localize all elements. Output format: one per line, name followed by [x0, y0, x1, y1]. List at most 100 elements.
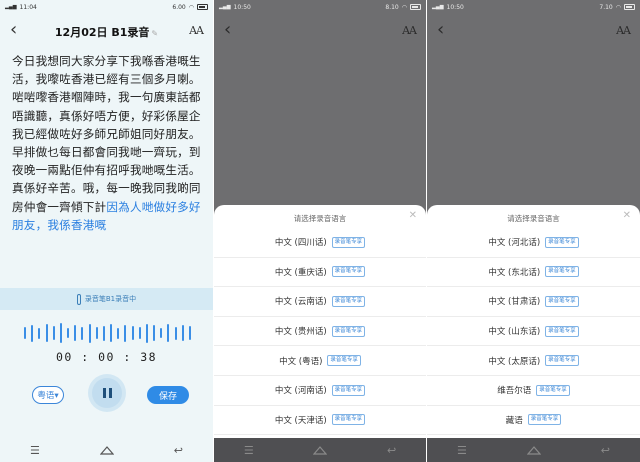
language-sheet-screen-1: ▂▄▆ 10:50 8.10 ◠ ‹ AA 请选择录音语言 ✕ 中文 (四川话)… [214, 0, 426, 462]
waveform-bar [45, 324, 48, 342]
exclusive-badge: 录音笔专享 [527, 414, 562, 426]
exclusive-badge: 录音笔专享 [545, 355, 579, 367]
waveform-bar [181, 325, 184, 341]
waveform-bar [24, 327, 26, 339]
font-size-button[interactable]: AA [616, 24, 631, 37]
language-option[interactable]: 中文 (重庆话) 录音笔专享 [214, 258, 426, 288]
recording-screen: ▂▄▆ 11:04 6.00 ◠ ‹ 12月02日 B1录音 ✎ AA 今日我想同… [0, 0, 213, 462]
status-bar: ▂▄▆ 11:04 6.00 ◠ [0, 0, 213, 14]
language-option[interactable]: 维吾尔语 录音笔专享 [427, 376, 640, 406]
system-nav-bar: ☰ ↩ [427, 438, 640, 462]
language-option-label: 维吾尔语 [497, 386, 532, 397]
language-picker-sheet: 请选择录音语言 ✕ 中文 (河北话) 录音笔专享 中文 (东北话) 录音笔专享 中文 (… [427, 205, 640, 438]
language-list: 中文 (四川话) 录音笔专享 中文 (重庆话) 录音笔专享 中文 (云南话) 录音笔专享中… [214, 228, 426, 436]
waveform-bar [174, 326, 177, 340]
menu-icon[interactable]: ☰ [30, 444, 40, 457]
waveform-bar [124, 324, 127, 342]
waveform-bar [188, 326, 191, 340]
language-sheet-screen-2: ▂▄▆ 10:50 7.10 ◠ ‹ AA 请选择录音语言 ✕ 中文 (河北话)… [427, 0, 640, 462]
language-option-label: 中文 (贵州话) [274, 327, 327, 338]
language-option[interactable]: 藏语 录音笔专享 [427, 406, 640, 436]
close-icon[interactable]: ✕ [623, 210, 631, 221]
menu-icon[interactable]: ☰ [244, 444, 254, 457]
waveform-bar [117, 327, 120, 339]
back-arrow-icon[interactable]: ‹ [224, 21, 231, 39]
transcript-text: 今日我想同大家分享下我喺香港嘅生活，我嚟咗香港已經有三個多月喇。啱啱嚟香港嗰陣時… [12, 52, 203, 234]
language-option-label: 中文 (东北话) [488, 267, 541, 278]
waveform-bar [38, 327, 41, 339]
status-speed: 8.10 [385, 3, 399, 11]
language-option[interactable]: 中文 (云南话) 录音笔专享 [214, 287, 426, 317]
language-option-label: 中文 (天津话) [274, 415, 327, 426]
wifi-icon: ◠ [188, 3, 194, 11]
page-title-text: 12月02日 B1录音 [54, 26, 150, 39]
waveform-bar [167, 324, 170, 342]
language-option[interactable]: 中文 (东北话) 录音笔专享 [427, 258, 640, 288]
waveform-bar [52, 326, 55, 340]
back-arrow-icon[interactable]: ‹ [437, 21, 444, 39]
nav-back-icon[interactable]: ↩ [601, 444, 610, 457]
exclusive-badge: 录音笔专享 [331, 325, 366, 337]
status-bar: ▂▄▆ 10:50 7.10 ◠ [427, 0, 640, 14]
language-option[interactable]: 中文 (四川话) 录音笔专享 [214, 228, 426, 258]
status-time: 10:50 [233, 3, 251, 11]
save-button[interactable]: 保存 [147, 386, 189, 404]
close-icon[interactable]: ✕ [409, 210, 417, 221]
exclusive-badge: 录音笔专享 [331, 414, 366, 426]
waveform-bar [110, 324, 113, 342]
exclusive-badge: 录音笔专享 [545, 266, 579, 278]
edit-icon[interactable]: ✎ [151, 29, 158, 38]
system-nav-bar: ☰ ↩ [0, 438, 213, 462]
top-bar: ‹ 12月02日 B1录音 ✎ AA [0, 18, 213, 44]
language-select-button[interactable]: 粤语▾ [32, 386, 64, 404]
language-option[interactable]: 中文 (太原话) 录音笔专享 [427, 346, 640, 376]
waveform-bar [95, 327, 98, 339]
exclusive-badge: 录音笔专享 [545, 325, 579, 337]
signal-icon: ▂▄▆ [5, 3, 17, 10]
font-size-button[interactable]: AA [189, 24, 204, 37]
status-time: 10:50 [446, 3, 464, 11]
language-option-label: 中文 (云南话) [274, 297, 327, 308]
language-option[interactable]: 中文 (贵州话) 录音笔专享 [214, 317, 426, 347]
top-bar: ‹ AA [214, 18, 426, 44]
menu-icon[interactable]: ☰ [457, 444, 467, 457]
language-option[interactable]: 中文 (甘肃话) 录音笔专享 [427, 287, 640, 317]
recorder-pen-icon [76, 293, 81, 305]
home-icon[interactable] [99, 445, 115, 455]
status-bar: ▂▄▆ 10:50 8.10 ◠ [214, 0, 426, 14]
language-option-label: 中文 (太原话) [488, 356, 541, 367]
waveform-bar [88, 323, 91, 343]
signal-icon: ▂▄▆ [432, 3, 444, 10]
waveform-bar [59, 323, 62, 343]
audio-waveform [24, 322, 191, 344]
exclusive-badge: 录音笔专享 [545, 295, 579, 307]
waveform-bar [81, 326, 84, 340]
language-option[interactable]: 中文 (天津话) 录音笔专享 [214, 406, 426, 436]
language-option-label: 中文 (河南话) [274, 386, 327, 397]
language-option[interactable]: 中文 (河南话) 录音笔专享 [214, 376, 426, 406]
waveform-bar [153, 325, 156, 341]
language-option-label: 中文 (四川话) [274, 238, 327, 249]
waveform-bar [145, 323, 148, 343]
nav-back-icon[interactable]: ↩ [387, 444, 396, 457]
status-time: 11:04 [19, 3, 37, 11]
nav-back-icon[interactable]: ↩ [174, 444, 183, 457]
language-option-label: 中文 (粤语) [279, 356, 323, 367]
language-option-label: 中文 (重庆话) [274, 267, 327, 278]
home-icon[interactable] [313, 445, 328, 455]
font-size-button[interactable]: AA [402, 24, 417, 37]
waveform-bar [67, 328, 70, 338]
pause-icon [102, 388, 112, 398]
pause-button[interactable] [88, 374, 126, 412]
language-option[interactable]: 中文 (河北话) 录音笔专享 [427, 228, 640, 258]
waveform-bar [74, 325, 77, 341]
language-option[interactable]: 中文 (山东话) 录音笔专享 [427, 317, 640, 347]
exclusive-badge: 录音笔专享 [331, 295, 366, 307]
recording-status-text: 录音笔B1录音中 [84, 295, 137, 303]
exclusive-badge: 录音笔专享 [545, 236, 579, 248]
waveform-bar [160, 328, 163, 338]
home-icon[interactable] [526, 445, 542, 455]
language-option[interactable]: 中文 (粤语) 录音笔专享 [214, 346, 426, 376]
signal-icon: ▂▄▆ [219, 3, 231, 10]
transcript-main: 今日我想同大家分享下我喺香港嘅生活，我嚟咗香港已經有三個多月喇。啱啱嚟香港嗰陣時… [12, 54, 201, 214]
